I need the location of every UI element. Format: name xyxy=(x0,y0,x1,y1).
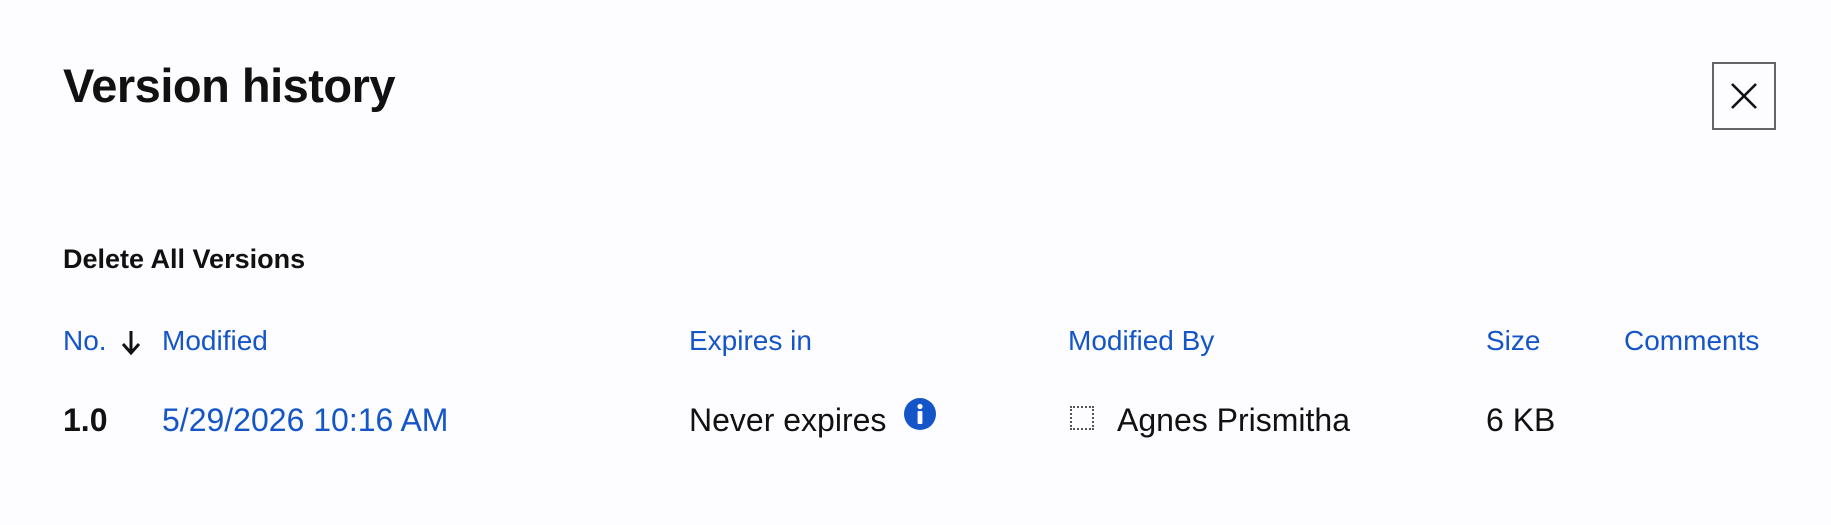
expires-value: Never expires xyxy=(689,402,887,438)
close-button[interactable] xyxy=(1712,62,1776,130)
dialog-title: Version history xyxy=(63,59,396,112)
info-icon[interactable] xyxy=(903,397,937,431)
column-header-expires-in[interactable]: Expires in xyxy=(689,323,812,359)
version-number: 1.0 xyxy=(63,402,108,438)
column-header-modified[interactable]: Modified xyxy=(162,323,268,359)
column-header-modified-by[interactable]: Modified By xyxy=(1068,323,1214,359)
modified-by-name: Agnes Prismitha xyxy=(1117,402,1350,438)
version-history-dialog: Version history Delete All Versions No. … xyxy=(0,0,1831,525)
avatar-placeholder-icon xyxy=(1070,406,1094,430)
arrow-down-icon xyxy=(121,331,141,356)
close-icon xyxy=(1731,83,1757,109)
column-header-size[interactable]: Size xyxy=(1486,323,1540,359)
delete-all-versions-button[interactable]: Delete All Versions xyxy=(63,244,305,275)
column-header-comments[interactable]: Comments xyxy=(1624,323,1759,359)
modified-date-link[interactable]: 5/29/2026 10:16 AM xyxy=(162,400,448,440)
file-size: 6 KB xyxy=(1486,402,1556,438)
column-header-no[interactable]: No. xyxy=(63,323,107,359)
